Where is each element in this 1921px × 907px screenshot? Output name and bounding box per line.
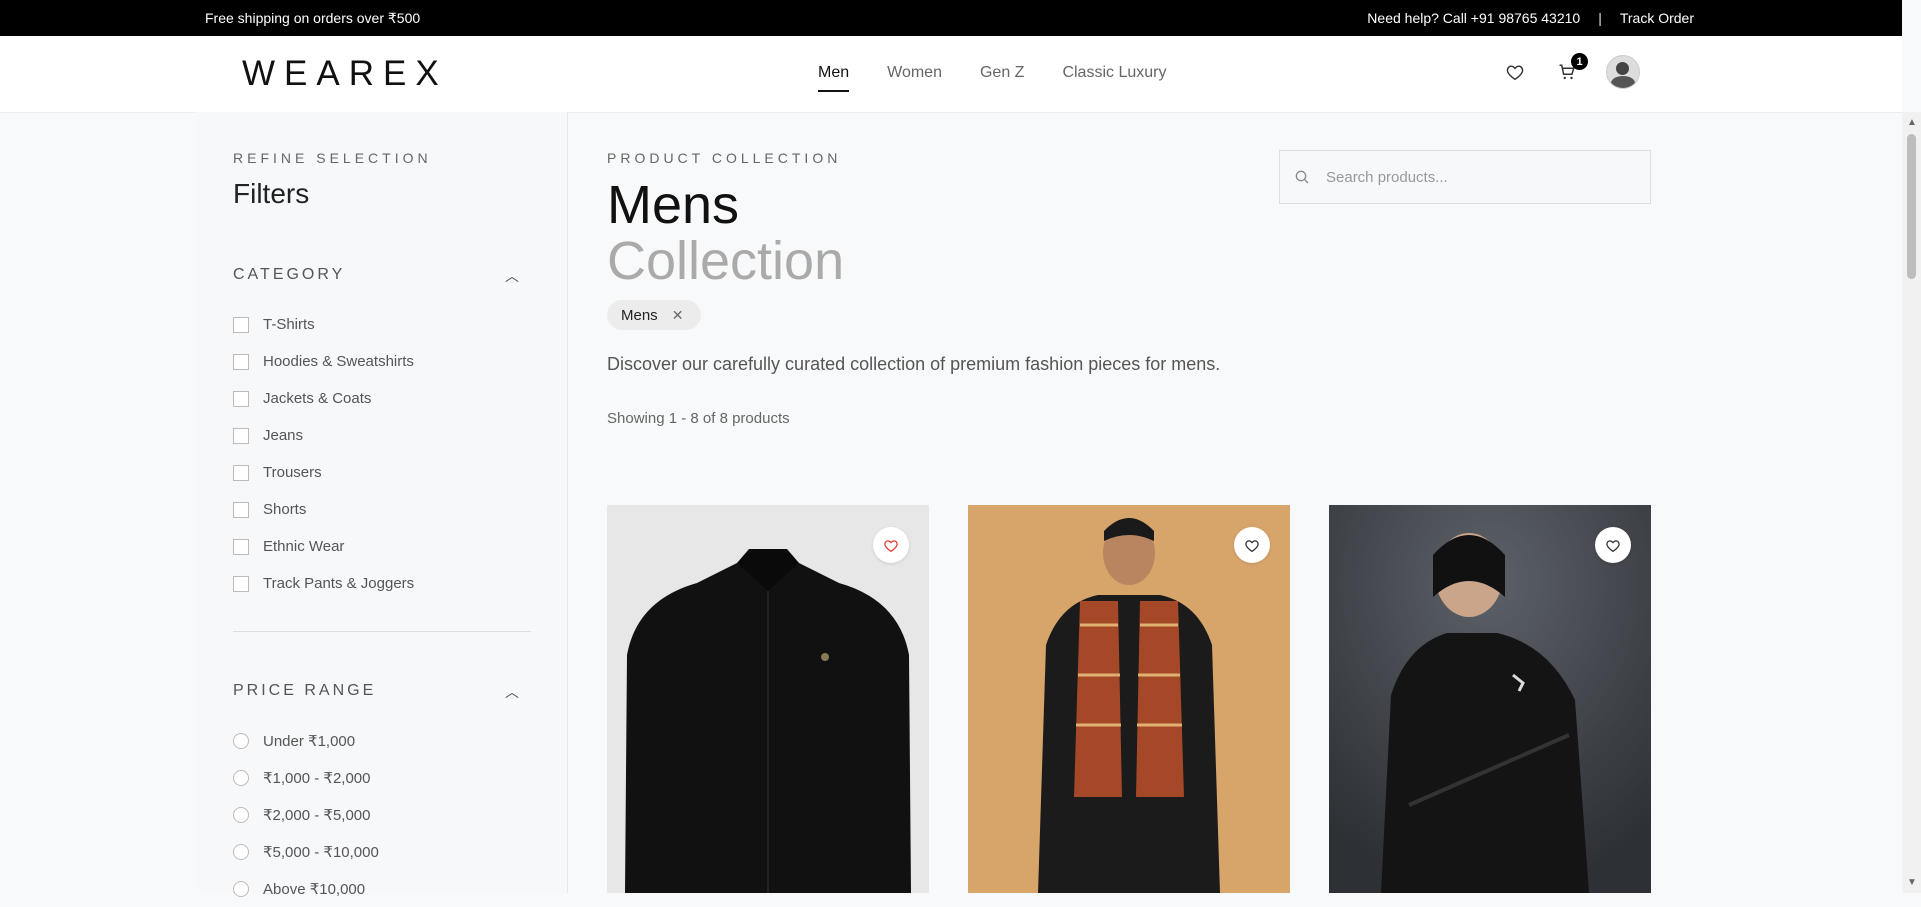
page-subtitle: Collection (607, 231, 845, 291)
category-section: CATEGORY ︿ T-Shirts Hoodies & Sweatshirt… (233, 266, 533, 602)
nav-men[interactable]: Men (818, 64, 850, 92)
price-option[interactable]: ₹5,000 - ₹10,000 (233, 833, 533, 870)
category-label: Track Pants & Joggers (263, 575, 415, 592)
category-label: Hoodies & Sweatshirts (263, 353, 414, 370)
heart-icon (1506, 65, 1524, 80)
wishlist-toggle[interactable] (1595, 527, 1631, 563)
price-options: Under ₹1,000 ₹1,000 - ₹2,000 ₹2,000 - ₹5… (233, 722, 533, 907)
wishlist-toggle[interactable] (1234, 527, 1270, 563)
filters-sidebar: REFINE SELECTION Filters CATEGORY ︿ T-Sh… (195, 112, 568, 898)
nav-gen-z[interactable]: Gen Z (980, 64, 1024, 82)
search-input[interactable] (1324, 167, 1618, 187)
chip-label: Mens (621, 306, 658, 324)
product-card[interactable] (607, 505, 929, 893)
help-text: Need help? Call +91 98765 43210 (1367, 10, 1581, 26)
checkbox[interactable] (233, 427, 249, 444)
collection-description: Discover our carefully curated collectio… (607, 354, 1221, 374)
category-label: T-Shirts (263, 316, 315, 333)
category-option[interactable]: Trousers (233, 454, 533, 491)
price-label: ₹1,000 - ₹2,000 (263, 769, 371, 787)
main-nav: Men Women Gen Z Classic Luxury (818, 64, 1166, 92)
checkbox[interactable] (233, 390, 249, 407)
category-label: Shorts (263, 501, 307, 518)
radio[interactable] (233, 806, 249, 823)
checkbox[interactable] (233, 575, 249, 592)
topbar-right: Need help? Call +91 98765 43210 | Track … (1367, 10, 1694, 26)
price-label: ₹2,000 - ₹5,000 (263, 806, 371, 824)
price-section: PRICE RANGE ︿ Under ₹1,000 ₹1,000 - ₹2,0… (233, 682, 533, 907)
checkbox[interactable] (233, 538, 249, 555)
radio[interactable] (233, 843, 249, 860)
radio[interactable] (233, 880, 249, 897)
logo[interactable]: WEAREX (242, 54, 448, 94)
cart-count-badge: 1 (1571, 53, 1588, 70)
price-option[interactable]: Under ₹1,000 (233, 722, 533, 759)
price-label: Under ₹1,000 (263, 732, 356, 750)
chevron-up-icon: ︿ (505, 268, 519, 284)
heart-icon (1606, 539, 1620, 552)
scroll-down-icon[interactable]: ▼ (1907, 877, 1917, 888)
price-label: Above ₹10,000 (263, 880, 366, 898)
category-header[interactable]: CATEGORY ︿ (233, 266, 533, 284)
product-image-jacket (625, 549, 911, 893)
header-actions: 1 (1502, 53, 1640, 89)
cart-button[interactable]: 1 (1554, 53, 1588, 85)
heart-icon (1245, 539, 1259, 552)
track-order-link[interactable]: Track Order (1620, 10, 1694, 26)
product-card[interactable] (1329, 505, 1651, 893)
category-title: CATEGORY (233, 266, 346, 283)
topbar-separator: | (1598, 10, 1602, 26)
category-option[interactable]: T-Shirts (233, 306, 533, 343)
active-filter-chip[interactable]: Mens ✕ (607, 300, 702, 330)
price-option[interactable]: ₹2,000 - ₹5,000 (233, 796, 533, 833)
checkbox[interactable] (233, 353, 249, 370)
checkbox[interactable] (233, 501, 249, 518)
nav-classic-luxury[interactable]: Classic Luxury (1062, 64, 1166, 82)
scroll-up-icon[interactable]: ▲ (1907, 117, 1917, 128)
section-divider (233, 631, 531, 632)
product-card[interactable] (968, 505, 1290, 893)
wishlist-button[interactable] (1502, 59, 1528, 85)
category-label: Jeans (263, 427, 304, 444)
search-icon (1295, 170, 1309, 184)
category-options: T-Shirts Hoodies & Sweatshirts Jackets &… (233, 306, 533, 602)
category-option[interactable]: Ethnic Wear (233, 528, 533, 565)
heart-icon (884, 539, 898, 552)
category-label: Trousers (263, 464, 322, 481)
sidebar-eyebrow: REFINE SELECTION (233, 150, 432, 166)
filters-title: Filters (233, 178, 310, 209)
page-scrollbar[interactable]: ▲ ▼ (1902, 112, 1921, 893)
price-header[interactable]: PRICE RANGE ︿ (233, 682, 533, 700)
close-icon[interactable]: ✕ (672, 307, 684, 324)
product-image-hoodie (1329, 505, 1651, 893)
category-option[interactable]: Jackets & Coats (233, 380, 533, 417)
category-option[interactable]: Hoodies & Sweatshirts (233, 343, 533, 380)
price-option[interactable]: ₹1,000 - ₹2,000 (233, 759, 533, 796)
collection-eyebrow: PRODUCT COLLECTION (607, 150, 842, 166)
category-option[interactable]: Jeans (233, 417, 533, 454)
site-header: WEAREX Men Women Gen Z Classic Luxury 1 (0, 36, 1902, 113)
price-title: PRICE RANGE (233, 682, 377, 699)
chevron-up-icon: ︿ (505, 684, 519, 700)
category-label: Jackets & Coats (263, 390, 372, 407)
price-label: ₹5,000 - ₹10,000 (263, 843, 379, 861)
checkbox[interactable] (233, 316, 249, 333)
page-title: Mens (607, 175, 740, 235)
scroll-thumb[interactable] (1907, 134, 1916, 279)
announcement-bar: Free shipping on orders over ₹500 Need h… (0, 0, 1902, 36)
product-image-ethnic (1038, 518, 1220, 893)
radio[interactable] (233, 769, 249, 786)
price-option[interactable]: Above ₹10,000 (233, 870, 533, 907)
wishlist-toggle[interactable] (873, 527, 909, 563)
radio[interactable] (233, 732, 249, 749)
shipping-text: Free shipping on orders over ₹500 (205, 10, 421, 26)
category-option[interactable]: Track Pants & Joggers (233, 565, 533, 602)
category-label: Ethnic Wear (263, 538, 345, 555)
checkbox[interactable] (233, 464, 249, 481)
avatar[interactable] (1606, 55, 1640, 89)
product-count: Showing 1 - 8 of 8 products (607, 410, 790, 427)
nav-women[interactable]: Women (887, 64, 942, 82)
category-option[interactable]: Shorts (233, 491, 533, 528)
search-box[interactable] (1279, 150, 1651, 204)
